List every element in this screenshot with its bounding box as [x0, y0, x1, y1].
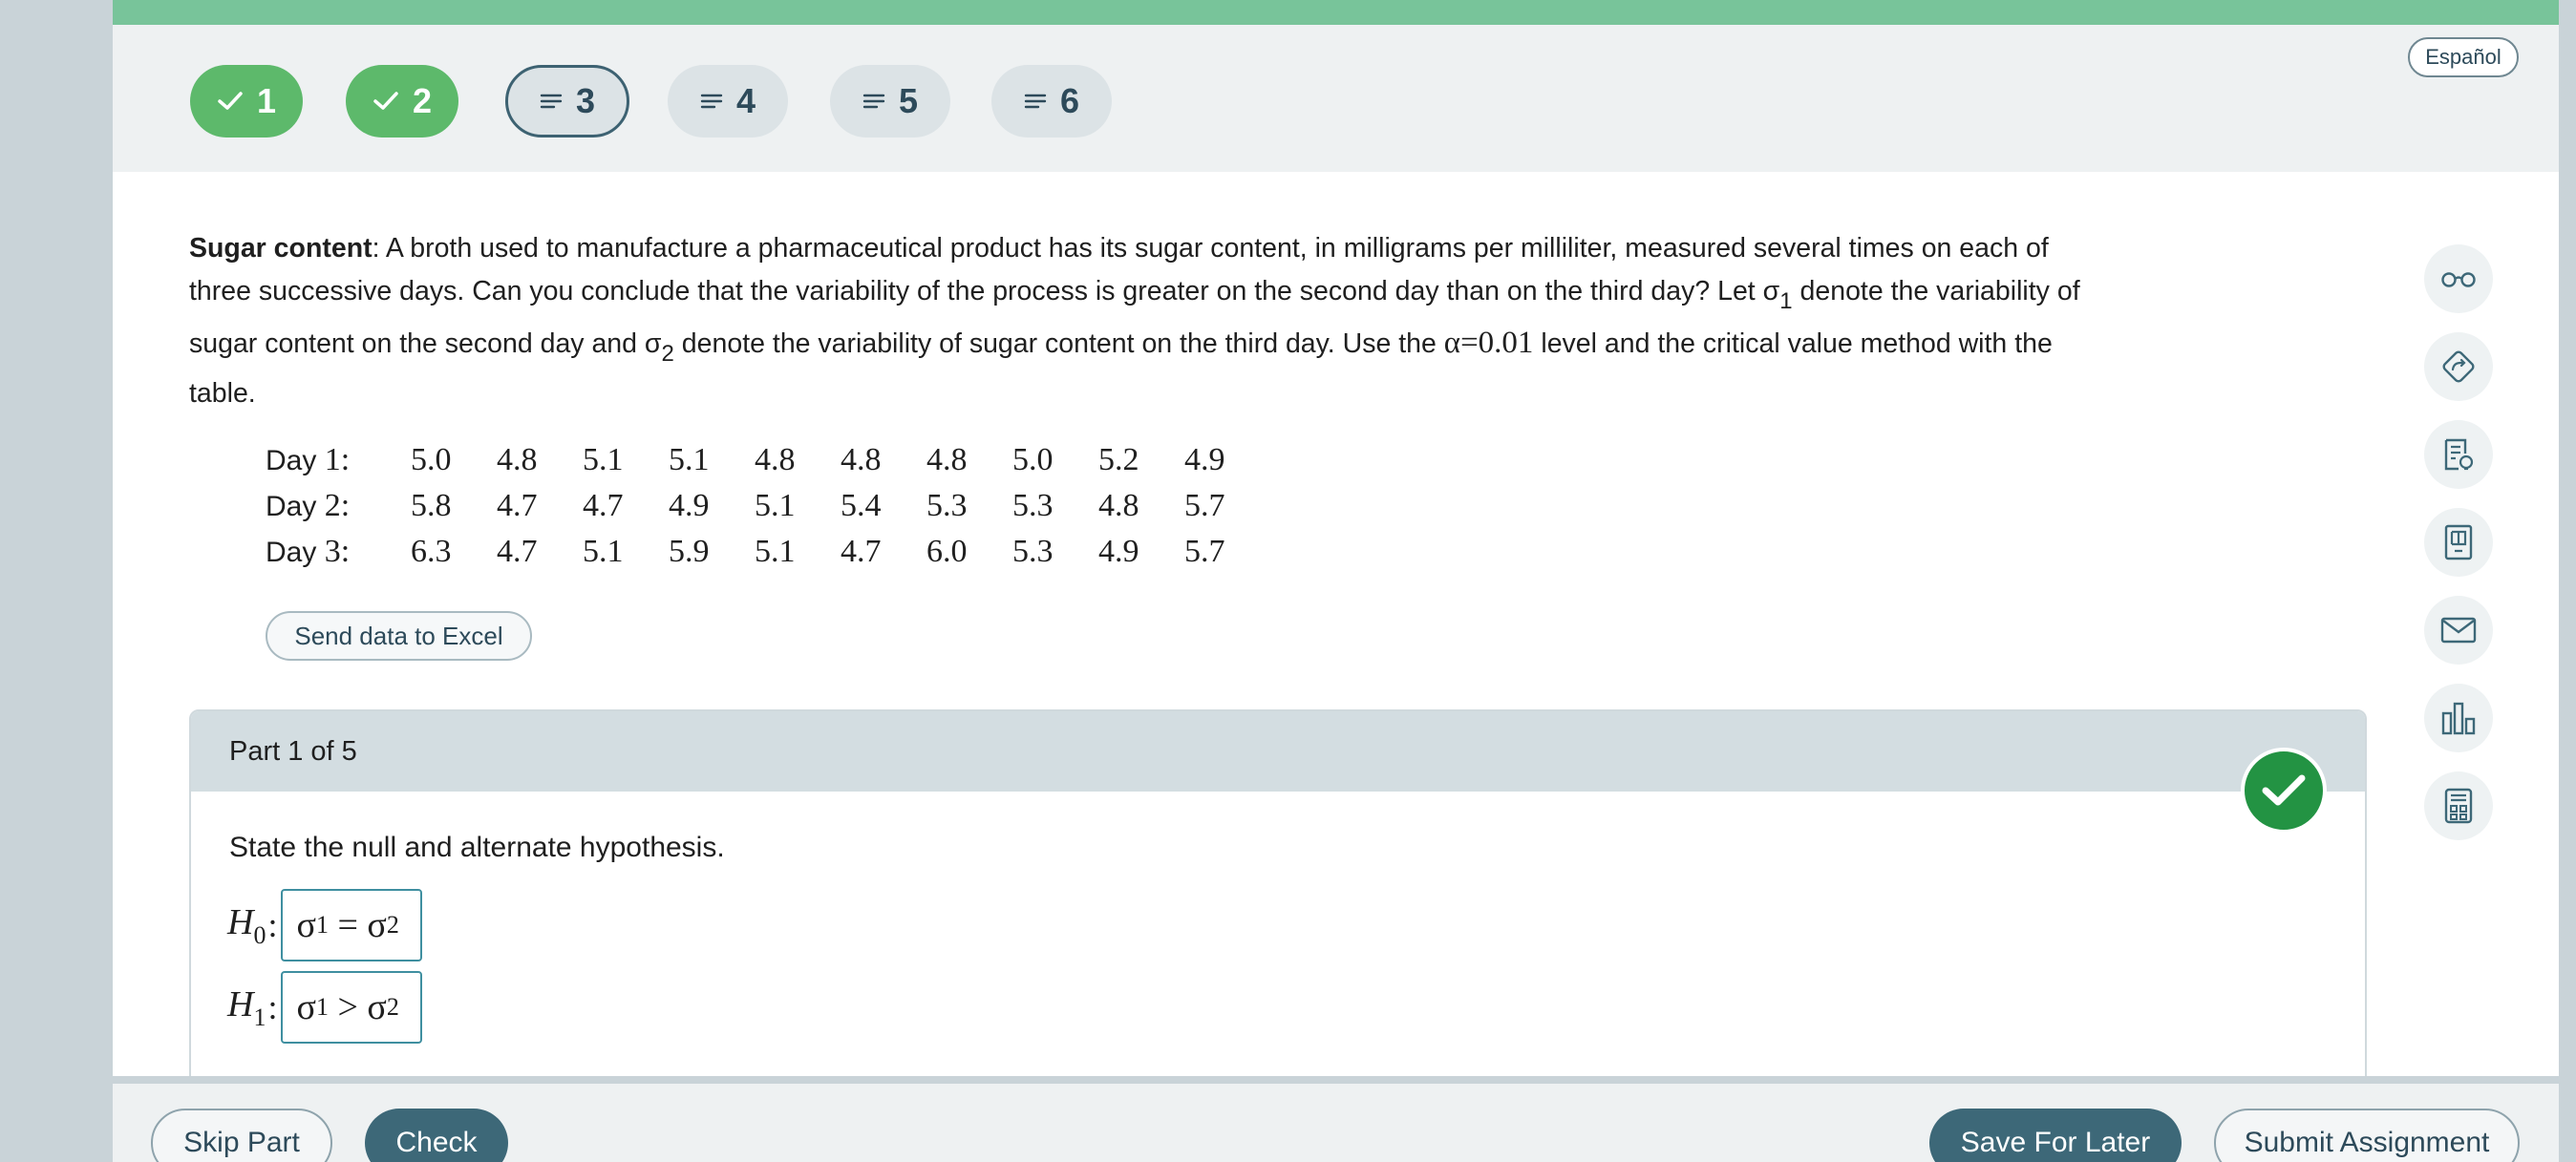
row-label: Day 3: — [266, 534, 351, 569]
table-cell: 4.7 — [841, 534, 882, 569]
table-cell: 5.3 — [926, 488, 968, 523]
h0-colon: : — [267, 906, 278, 944]
h0-label: H0 — [227, 901, 266, 949]
problem-text-line-2: three successive days. Can you conclude … — [189, 276, 1780, 306]
question-number: 5 — [898, 81, 919, 120]
table-cell: 5.9 — [669, 534, 710, 569]
table-cell: 5.3 — [1012, 534, 1054, 569]
table-cell: 5.0 — [1012, 442, 1054, 477]
question-1-button[interactable]: 1 — [190, 65, 303, 137]
table-cell: 5.7 — [1184, 488, 1225, 523]
assignment-frame: 1 2 3 4 5 6 Español Sugar content: A bro… — [113, 0, 2559, 1162]
chart-icon[interactable] — [2424, 684, 2493, 752]
question-3-button[interactable]: 3 — [505, 65, 629, 137]
sugar-data-table: Day 1: 5.0 4.8 5.1 5.1 4.8 4.8 4.8 5.0 5.2 4.9 Day … — [266, 437, 1270, 575]
h1-colon: : — [267, 988, 278, 1026]
problem-text-line-1: : A broth used to manufacture a pharmace… — [372, 233, 2049, 264]
table-cell: 6.0 — [926, 534, 968, 569]
glasses-icon[interactable] — [2424, 244, 2493, 313]
table-cell: 4.8 — [926, 442, 968, 477]
question-number: 3 — [575, 81, 596, 120]
problem-text-line-4: table. — [189, 378, 256, 409]
table-cell: 5.4 — [841, 488, 882, 523]
table-cell: 5.1 — [755, 488, 796, 523]
table-cell: 5.3 — [1012, 488, 1054, 523]
check-icon — [373, 92, 398, 110]
sigma-subscript: 2 — [661, 341, 674, 367]
table-cell: 5.0 — [411, 442, 452, 477]
problem-text-line-3b: denote the variability of sugar content … — [673, 328, 1444, 359]
check-icon — [218, 92, 243, 110]
ebook-icon[interactable] — [2424, 508, 2493, 577]
sigma-subscript: 1 — [1779, 288, 1793, 314]
h0-answer-box[interactable]: σ1 = σ2 — [281, 889, 423, 961]
table-cell: 5.7 — [1184, 534, 1225, 569]
table-cell: 4.8 — [841, 442, 882, 477]
lines-icon — [540, 94, 563, 109]
correct-check-icon — [2241, 748, 2327, 834]
table-cell: 5.1 — [583, 442, 624, 477]
problem-text-line-2b: denote the variability of — [1792, 276, 2080, 306]
check-button[interactable]: Check — [365, 1109, 508, 1162]
problem-title: Sugar content — [189, 233, 373, 264]
h1-label: H1 — [227, 983, 266, 1031]
question-6-button[interactable]: 6 — [991, 65, 1112, 137]
table-cell: 5.8 — [411, 488, 452, 523]
skip-part-button[interactable]: Skip Part — [151, 1109, 332, 1162]
notes-icon[interactable] — [2424, 420, 2493, 489]
question-2-button[interactable]: 2 — [346, 65, 458, 137]
question-number: 6 — [1059, 81, 1080, 120]
table-cell: 4.7 — [583, 488, 624, 523]
part-header: Part 1 of 5 — [191, 711, 2365, 792]
problem-text-line-3c: level and the critical value method with… — [1533, 328, 2053, 359]
lines-icon — [1024, 94, 1047, 109]
footer-bar: Skip Part Check Save For Later Submit As… — [113, 1076, 2559, 1162]
table-cell: 4.9 — [1184, 442, 1225, 477]
problem-statement: Sugar content: A broth used to manufactu… — [189, 225, 2443, 412]
part-prompt: State the null and alternate hypothesis. — [229, 832, 725, 863]
question-number: 4 — [735, 81, 756, 120]
table-cell: 4.8 — [497, 442, 538, 477]
question-5-button[interactable]: 5 — [830, 65, 950, 137]
language-toggle-button[interactable]: Español — [2408, 37, 2519, 77]
table-cell: 4.9 — [1098, 534, 1139, 569]
table-row: Day 2: 5.8 4.7 4.7 4.9 5.1 5.4 5.3 5.3 4.8 5.7 — [266, 483, 1270, 529]
calculator-icon[interactable] — [2424, 771, 2493, 840]
save-for-later-button[interactable]: Save For Later — [1929, 1109, 2182, 1162]
table-cell: 5.1 — [755, 534, 796, 569]
alpha-value: α=0.01 — [1443, 326, 1534, 360]
row-label: Day 2: — [266, 488, 351, 523]
problem-text-line-3: sugar content on the second day and σ — [189, 328, 662, 359]
table-cell: 5.1 — [669, 442, 710, 477]
table-cell: 5.2 — [1098, 442, 1139, 477]
table-cell: 4.7 — [497, 488, 538, 523]
table-cell: 4.8 — [1098, 488, 1139, 523]
question-number: 1 — [256, 81, 277, 120]
top-strip — [113, 0, 2559, 25]
table-row: Day 3: 6.3 4.7 5.1 5.9 5.1 4.7 6.0 5.3 4.9 5.7 — [266, 529, 1270, 575]
table-cell: 4.9 — [669, 488, 710, 523]
table-cell: 6.3 — [411, 534, 452, 569]
lines-icon — [862, 94, 885, 109]
table-cell: 4.7 — [497, 534, 538, 569]
part-1-panel: Part 1 of 5 State the null and alternate… — [189, 709, 2367, 1091]
lines-icon — [700, 94, 723, 109]
h1-answer-box[interactable]: σ1 > σ2 — [281, 971, 423, 1044]
alternate-hypothesis-row: H1 : σ1 > σ2 — [227, 971, 423, 1044]
table-cell: 4.8 — [755, 442, 796, 477]
mail-icon[interactable] — [2424, 596, 2493, 665]
null-hypothesis-row: H0 : σ1 = σ2 — [227, 889, 423, 961]
row-label: Day 1: — [266, 442, 351, 477]
table-cell: 5.1 — [583, 534, 624, 569]
send-to-excel-button[interactable]: Send data to Excel — [266, 611, 532, 661]
question-nav-header: 1 2 3 4 5 6 Español — [113, 25, 2559, 172]
question-number: 2 — [412, 81, 433, 120]
question-4-button[interactable]: 4 — [668, 65, 788, 137]
submit-assignment-button[interactable]: Submit Assignment — [2214, 1109, 2520, 1162]
table-row: Day 1: 5.0 4.8 5.1 5.1 4.8 4.8 4.8 5.0 5.2 4.9 — [266, 437, 1270, 483]
hint-icon[interactable] — [2424, 332, 2493, 401]
